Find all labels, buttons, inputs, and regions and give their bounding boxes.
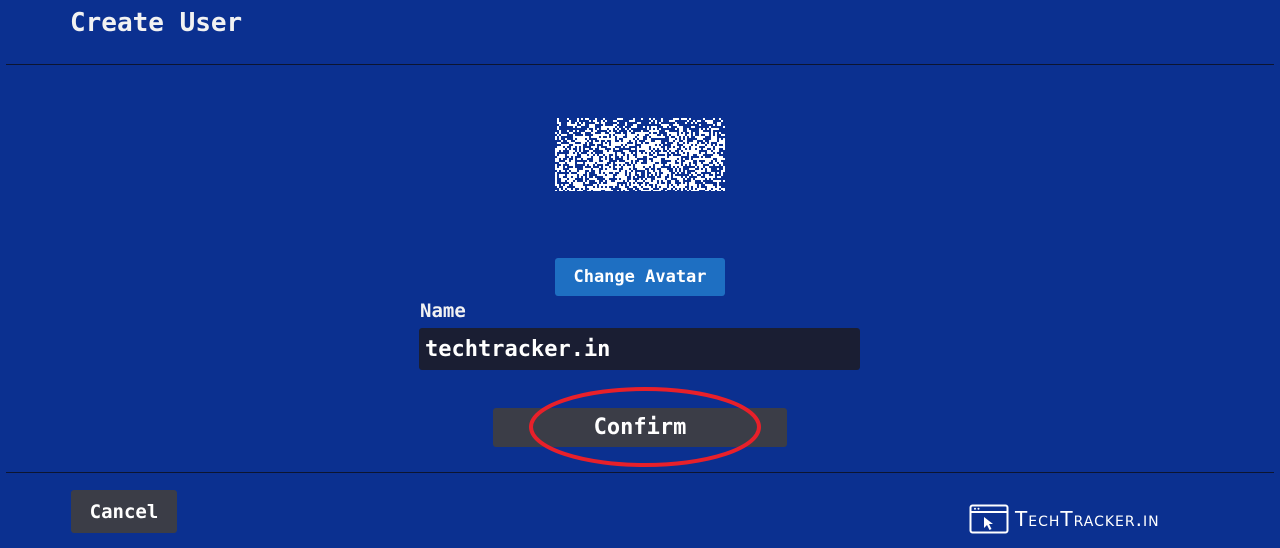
footer-divider — [6, 472, 1274, 473]
cancel-button[interactable]: Cancel — [71, 490, 177, 533]
watermark: TechTracker.in — [969, 503, 1160, 535]
confirm-button[interactable]: Confirm — [493, 408, 787, 447]
page-title: Create User — [70, 8, 243, 38]
name-input-value: techtracker.in — [425, 336, 611, 362]
name-input[interactable]: techtracker.in — [419, 328, 860, 370]
browser-cursor-icon — [969, 504, 1009, 534]
change-avatar-button[interactable]: Change Avatar — [555, 258, 725, 296]
avatar-image — [555, 118, 725, 191]
avatar — [555, 118, 725, 191]
header-divider — [6, 64, 1274, 65]
name-label: Name — [420, 300, 466, 322]
watermark-text: TechTracker.in — [1015, 507, 1160, 531]
